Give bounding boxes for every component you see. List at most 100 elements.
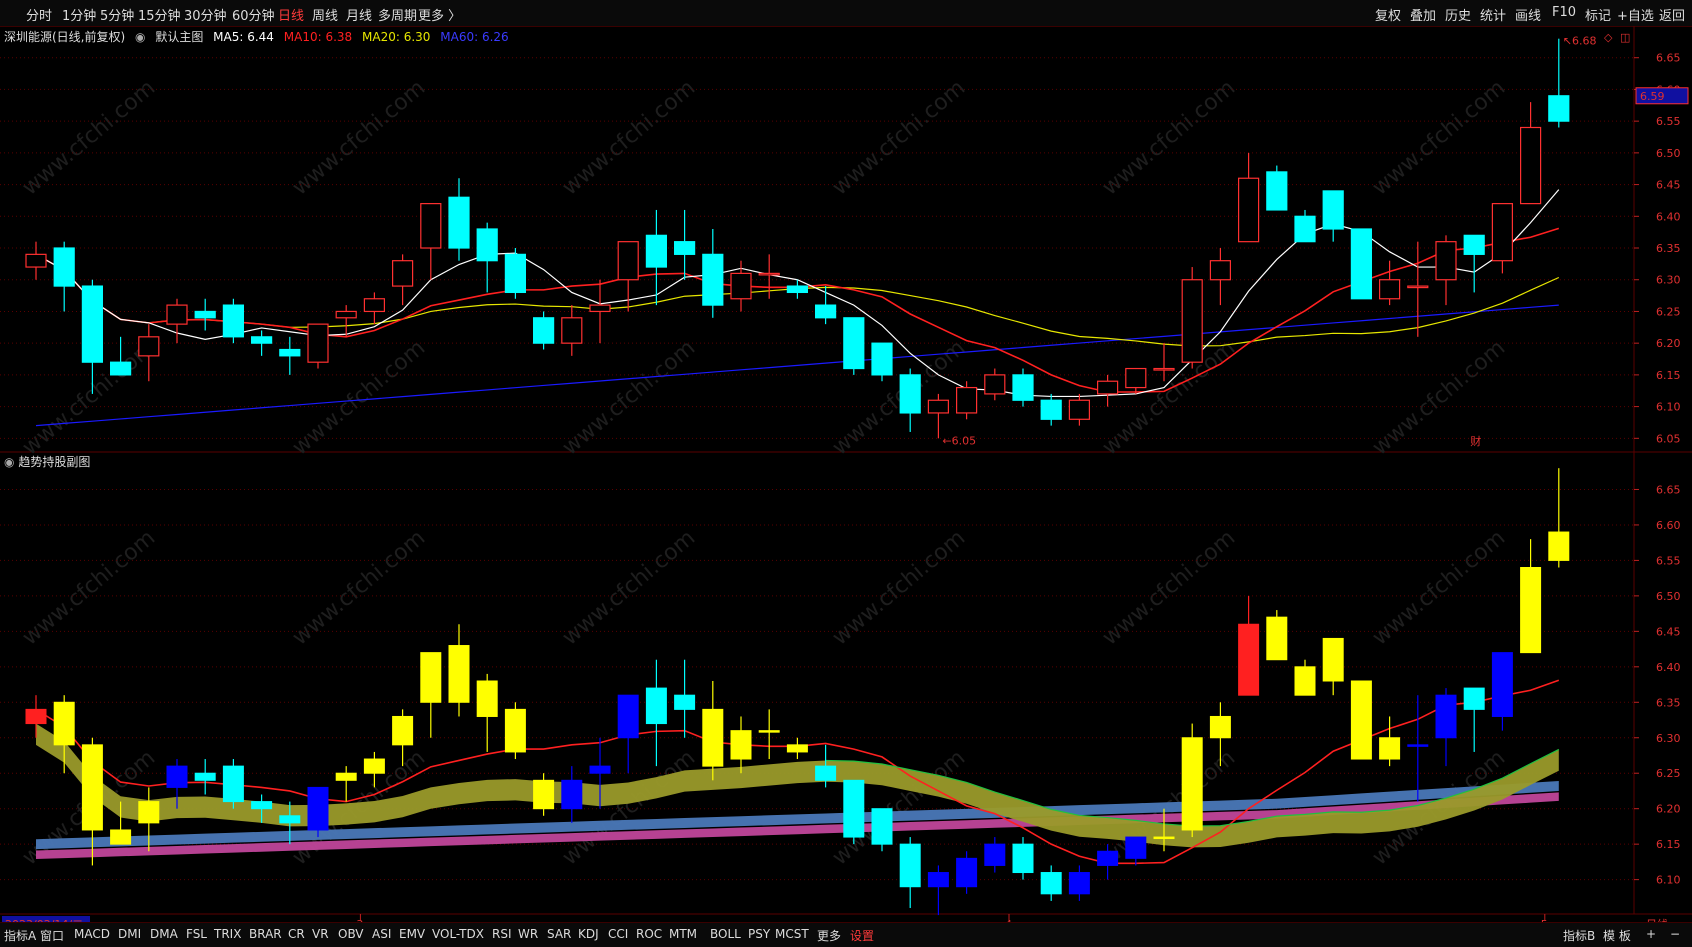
period-tab-10[interactable]: 更多 〉 (418, 5, 461, 24)
main-candle-body-10 (307, 323, 329, 363)
sub-candle-body-21 (617, 694, 639, 739)
indicator-tab-3[interactable]: DMI (118, 927, 141, 941)
ma60-line (35, 304, 1559, 427)
main-candle-body-34 (984, 374, 1006, 395)
indicator-tab-22[interactable]: PSY (748, 927, 770, 941)
indicator-tab-5[interactable]: FSL (186, 927, 207, 941)
sub-candle-body-48 (1379, 737, 1401, 760)
indicator-tab-20[interactable]: MTM (669, 927, 697, 941)
main-ytick-label-6: 6.35 (1656, 242, 1681, 255)
sub-ytick-label-2: 6.20 (1656, 803, 1681, 816)
period-tab-5[interactable]: 60分钟 (232, 5, 275, 24)
indicator-tab-1[interactable]: 窗口 (40, 927, 64, 944)
indicator-tab-12[interactable]: EMV (399, 927, 425, 941)
toolbar-button-0[interactable]: 复权 (1375, 5, 1401, 24)
sub-candle-body-54 (1548, 531, 1570, 561)
bottom-right-button-1[interactable]: 模 板 (1603, 927, 1631, 944)
indicator-tab-18[interactable]: CCI (608, 927, 628, 941)
ma20-line (35, 253, 1560, 347)
toolbar-button-7[interactable]: +自选 (1617, 5, 1654, 24)
bottom-right-button-0[interactable]: 指标B (1563, 927, 1595, 944)
period-tab-7[interactable]: 周线 (312, 5, 338, 24)
indicator-tab-19[interactable]: ROC (636, 927, 662, 941)
main-candle-body-25 (730, 272, 752, 300)
sub-ytick-label-9: 6.55 (1656, 554, 1681, 567)
main-ytick-label-12: 6.65 (1656, 52, 1681, 65)
indicator-tab-17[interactable]: KDJ (578, 927, 599, 941)
watermark-1: www.cfchi.com (288, 75, 430, 200)
main-ytick-label-2: 6.15 (1656, 369, 1681, 382)
toolbar-button-6[interactable]: 标记 (1585, 5, 1611, 24)
indicator-tab-8[interactable]: CR (288, 927, 305, 941)
main-candle-body-39 (1125, 367, 1147, 389)
sub-candle-body-33 (956, 857, 978, 888)
indicator-tab-11[interactable]: ASI (372, 927, 391, 941)
toolbar-button-5[interactable]: F10 (1552, 5, 1576, 20)
financial-report-marker: 财 (1470, 434, 1481, 448)
main-ytick-label-4: 6.25 (1656, 305, 1681, 318)
main-candle-body-44 (1266, 171, 1288, 211)
sub-candle-body-17 (504, 708, 526, 753)
indicator-tab-9[interactable]: VR (312, 927, 329, 941)
watermark-2: www.cfchi.com (558, 75, 700, 200)
main-ytick-label-3: 6.20 (1656, 337, 1681, 350)
main-candle-body-12 (363, 298, 385, 313)
indicator-tab-15[interactable]: WR (518, 927, 538, 941)
period-tab-4[interactable]: 30分钟 (184, 5, 227, 24)
indicator-tab-0[interactable]: 指标A (4, 927, 36, 944)
window-icon: ◫ (1620, 31, 1630, 44)
main-candle-body-20 (589, 304, 611, 313)
watermark-5: www.cfchi.com (1368, 75, 1510, 200)
main-candle-body-30 (871, 342, 893, 376)
bottom-right-button-2[interactable]: + (1646, 927, 1656, 941)
main-candle-body-17 (504, 253, 526, 294)
indicator-tab-23[interactable]: MCST (775, 927, 809, 941)
indicator-tab-14[interactable]: RSI (492, 927, 512, 941)
sub-candle-body-14 (420, 652, 442, 703)
period-tab-6[interactable]: 日线 (278, 5, 304, 24)
main-candle-body-28 (814, 304, 837, 319)
kline-chart[interactable]: www.cfchi.com www.cfchi.com www.cfchi.com w… (0, 26, 1692, 922)
period-tab-1[interactable]: 1分钟 (62, 5, 96, 24)
sub-candle-body-40 (1153, 836, 1175, 840)
period-tab-8[interactable]: 月线 (346, 5, 372, 24)
main-ytick-label-9: 6.50 (1656, 147, 1681, 160)
period-tab-2[interactable]: 5分钟 (100, 5, 134, 24)
indicator-tab-10[interactable]: OBV (338, 927, 364, 941)
period-tab-0[interactable]: 分时 (26, 5, 52, 24)
indicator-tab-25[interactable]: 设置 (850, 927, 874, 944)
indicator-tab-4[interactable]: DMA (150, 927, 178, 941)
main-candle-body-35 (1012, 374, 1034, 401)
watermark-8: www.cfchi.com (558, 335, 700, 460)
sub-candle-body-43 (1238, 623, 1260, 696)
main-ytick-label-1: 6.10 (1656, 401, 1681, 414)
main-candle-body-27 (786, 285, 809, 294)
period-tab-3[interactable]: 15分钟 (138, 5, 181, 24)
toolbar-button-2[interactable]: 历史 (1445, 5, 1471, 24)
sub-candle-body-41 (1181, 737, 1203, 831)
main-candle-body-43 (1237, 177, 1260, 243)
indicator-tab-16[interactable]: SAR (547, 927, 571, 941)
toolbar-button-3[interactable]: 统计 (1480, 5, 1506, 24)
indicator-tabbar: 指标A 窗口 MACD DMI DMA FSL TRIX BRAR CR VR OBV ASI EMV V… (0, 922, 1692, 947)
toolbar-button-1[interactable]: 叠加 (1410, 5, 1436, 24)
indicator-tab-24[interactable]: 更多 (817, 927, 841, 944)
sub-candle-body-38 (1097, 850, 1119, 866)
sub-candle-body-28 (815, 765, 837, 781)
bottom-right-button-3[interactable]: − (1670, 927, 1680, 941)
toolbar-button-8[interactable]: 返回 (1659, 5, 1685, 24)
sub-candle-body-45 (1294, 666, 1316, 696)
indicator-tab-6[interactable]: TRIX (214, 927, 241, 941)
indicator-tab-13[interactable]: VOL-TDX (432, 927, 484, 941)
indicator-tab-7[interactable]: BRAR (249, 927, 282, 941)
indicator-tab-21[interactable]: BOLL (710, 927, 741, 941)
sub-candle-body-22 (645, 687, 667, 725)
sub-candle-body-39 (1125, 836, 1147, 859)
main-candle-body-11 (335, 310, 357, 319)
toolbar-button-4[interactable]: 画线 (1515, 5, 1541, 24)
indicator-tab-2[interactable]: MACD (74, 927, 110, 941)
period-tab-9[interactable]: 多周期 (378, 5, 417, 24)
sub-candle-body-13 (392, 715, 414, 746)
main-candle-body-5 (166, 304, 188, 325)
main-candle-body-2 (81, 285, 104, 363)
